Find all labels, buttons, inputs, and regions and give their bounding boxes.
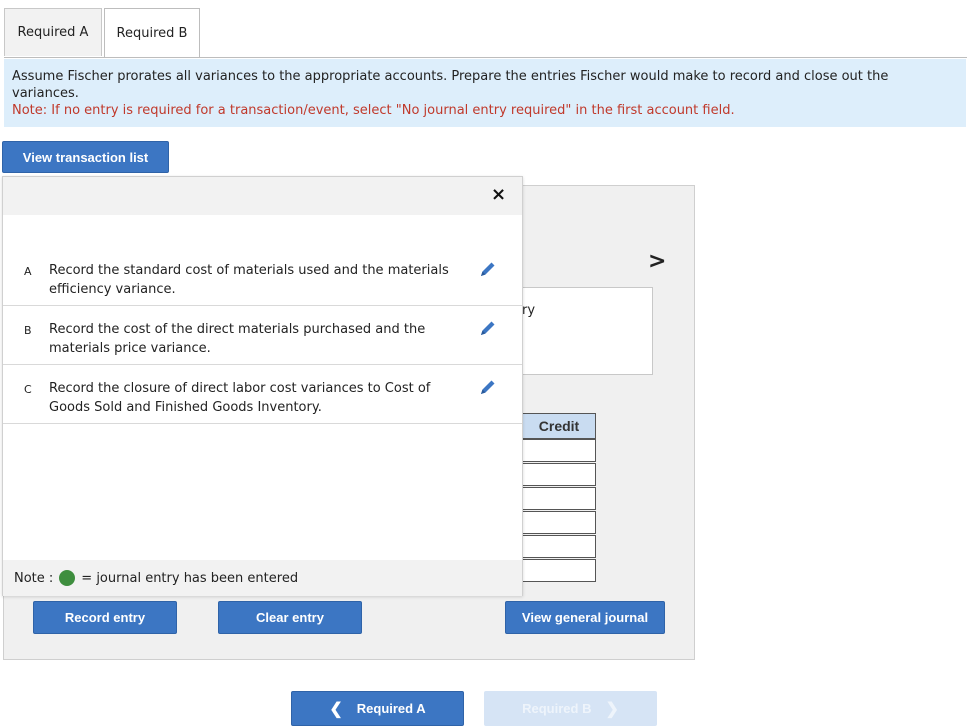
note-suffix: = journal entry has been entered: [81, 570, 299, 586]
chevron-right-icon[interactable]: >: [648, 249, 666, 274]
entered-status-dot-icon: [59, 570, 76, 586]
pencil-icon[interactable]: [478, 318, 498, 338]
credit-cell[interactable]: [522, 439, 596, 462]
instructions-note: Note: If no entry is required for a tran…: [12, 103, 735, 118]
chevron-left-icon: ❮: [329, 700, 343, 718]
obscured-text-fragment: ry: [522, 303, 536, 318]
credit-cell[interactable]: [522, 487, 596, 510]
popup-legend-note: Note : = journal entry has been entered: [3, 560, 522, 596]
pencil-icon[interactable]: [478, 259, 498, 279]
transaction-description: Record the cost of the direct materials …: [49, 322, 426, 356]
credit-cell[interactable]: [522, 535, 596, 558]
clear-entry-button[interactable]: Clear entry: [218, 601, 362, 634]
transaction-description: Record the closure of direct labor cost …: [49, 381, 431, 415]
credit-cell[interactable]: [522, 559, 596, 582]
transaction-list-popup: × A Record the standard cost of material…: [2, 176, 523, 596]
credit-cell[interactable]: [522, 463, 596, 486]
view-transaction-list-button[interactable]: View transaction list: [2, 141, 169, 173]
credit-cell[interactable]: [522, 511, 596, 534]
record-entry-button[interactable]: Record entry: [33, 601, 177, 634]
transaction-row-a[interactable]: A Record the standard cost of materials …: [3, 247, 522, 306]
credit-column-header: Credit: [522, 413, 596, 439]
transaction-letter: A: [24, 265, 32, 278]
transaction-letter: C: [24, 383, 32, 396]
close-icon[interactable]: ×: [491, 184, 506, 205]
tab-required-b[interactable]: Required B: [104, 8, 200, 58]
nav-next-label: Required B: [522, 701, 592, 716]
pencil-icon[interactable]: [478, 377, 498, 397]
nav-next-button: Required B ❯: [484, 691, 657, 726]
nav-prev-label: Required A: [356, 701, 426, 716]
tab-required-a[interactable]: Required A: [4, 8, 102, 56]
transaction-description: Record the standard cost of materials us…: [49, 263, 449, 297]
instructions-text: Assume Fischer prorates all variances to…: [12, 69, 889, 101]
chevron-right-icon: ❯: [605, 700, 619, 718]
transaction-letter: B: [24, 324, 32, 337]
note-prefix: Note :: [14, 570, 54, 586]
instructions-panel: Assume Fischer prorates all variances to…: [4, 59, 966, 127]
view-general-journal-button[interactable]: View general journal: [505, 601, 665, 634]
transaction-row-c[interactable]: C Record the closure of direct labor cos…: [3, 365, 522, 424]
transaction-description-box: [522, 287, 653, 375]
popup-header: ×: [3, 177, 522, 215]
tab-divider: [4, 57, 967, 58]
transaction-row-b[interactable]: B Record the cost of the direct material…: [3, 306, 522, 365]
nav-prev-button[interactable]: ❮ Required A: [291, 691, 464, 726]
